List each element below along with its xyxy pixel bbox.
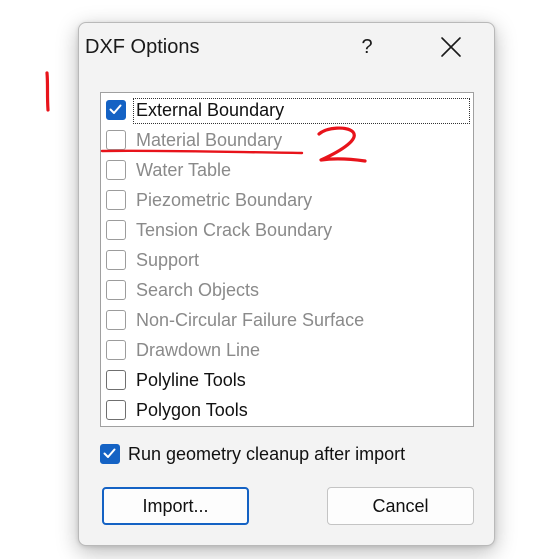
item-label: Polyline Tools bbox=[136, 370, 246, 390]
screen: DXF Options ? External Boundary Material … bbox=[0, 0, 553, 559]
list-item[interactable]: Polyline Tools bbox=[101, 365, 473, 395]
list-item: Piezometric Boundary bbox=[101, 185, 473, 215]
title-bar: DXF Options ? bbox=[79, 23, 494, 73]
item-checkbox bbox=[106, 190, 126, 210]
item-label: Material Boundary bbox=[136, 130, 283, 150]
list-item[interactable]: Polygon Tools bbox=[101, 395, 473, 425]
list-item: Support bbox=[101, 245, 473, 275]
item-label: Piezometric Boundary bbox=[136, 190, 313, 210]
dialog-title: DXF Options bbox=[85, 36, 200, 58]
item-label: External Boundary bbox=[136, 100, 285, 120]
item-checkbox[interactable] bbox=[106, 400, 126, 420]
item-checkbox[interactable] bbox=[106, 100, 126, 120]
list-item: Search Objects bbox=[101, 275, 473, 305]
help-button[interactable]: ? bbox=[349, 31, 385, 63]
item-checkbox[interactable] bbox=[106, 370, 126, 390]
item-checkbox bbox=[106, 130, 126, 150]
layer-checklist[interactable]: External Boundary Material Boundary Water … bbox=[100, 92, 474, 427]
item-label: Tension Crack Boundary bbox=[136, 220, 333, 240]
item-label: Search Objects bbox=[136, 280, 260, 300]
list-item[interactable]: External Boundary bbox=[101, 95, 473, 125]
list-item: Water Table bbox=[101, 155, 473, 185]
item-label: Non-Circular Failure Surface bbox=[136, 310, 365, 330]
list-item: Non-Circular Failure Surface bbox=[101, 305, 473, 335]
dxf-options-dialog: DXF Options ? External Boundary Material … bbox=[78, 22, 495, 546]
close-button[interactable] bbox=[433, 31, 469, 63]
item-checkbox bbox=[106, 280, 126, 300]
cleanup-label: Run geometry cleanup after import bbox=[128, 444, 406, 464]
list-item: Tension Crack Boundary bbox=[101, 215, 473, 245]
import-button[interactable]: Import... bbox=[102, 487, 249, 525]
item-checkbox bbox=[106, 220, 126, 240]
list-item: Drawdown Line bbox=[101, 335, 473, 365]
item-label: Polygon Tools bbox=[136, 400, 248, 420]
checkmark-icon bbox=[103, 448, 116, 458]
item-checkbox bbox=[106, 310, 126, 330]
close-icon bbox=[441, 37, 461, 57]
cleanup-checkbox[interactable] bbox=[100, 444, 120, 464]
item-label: Water Table bbox=[136, 160, 232, 180]
item-checkbox bbox=[106, 340, 126, 360]
item-label: Drawdown Line bbox=[136, 340, 261, 360]
cancel-button[interactable]: Cancel bbox=[327, 487, 474, 525]
annotation-mark-1 bbox=[45, 71, 50, 112]
item-checkbox bbox=[106, 250, 126, 270]
item-checkbox bbox=[106, 160, 126, 180]
checkmark-icon bbox=[109, 104, 122, 114]
list-item: Material Boundary bbox=[101, 125, 473, 155]
item-label: Support bbox=[136, 250, 200, 270]
